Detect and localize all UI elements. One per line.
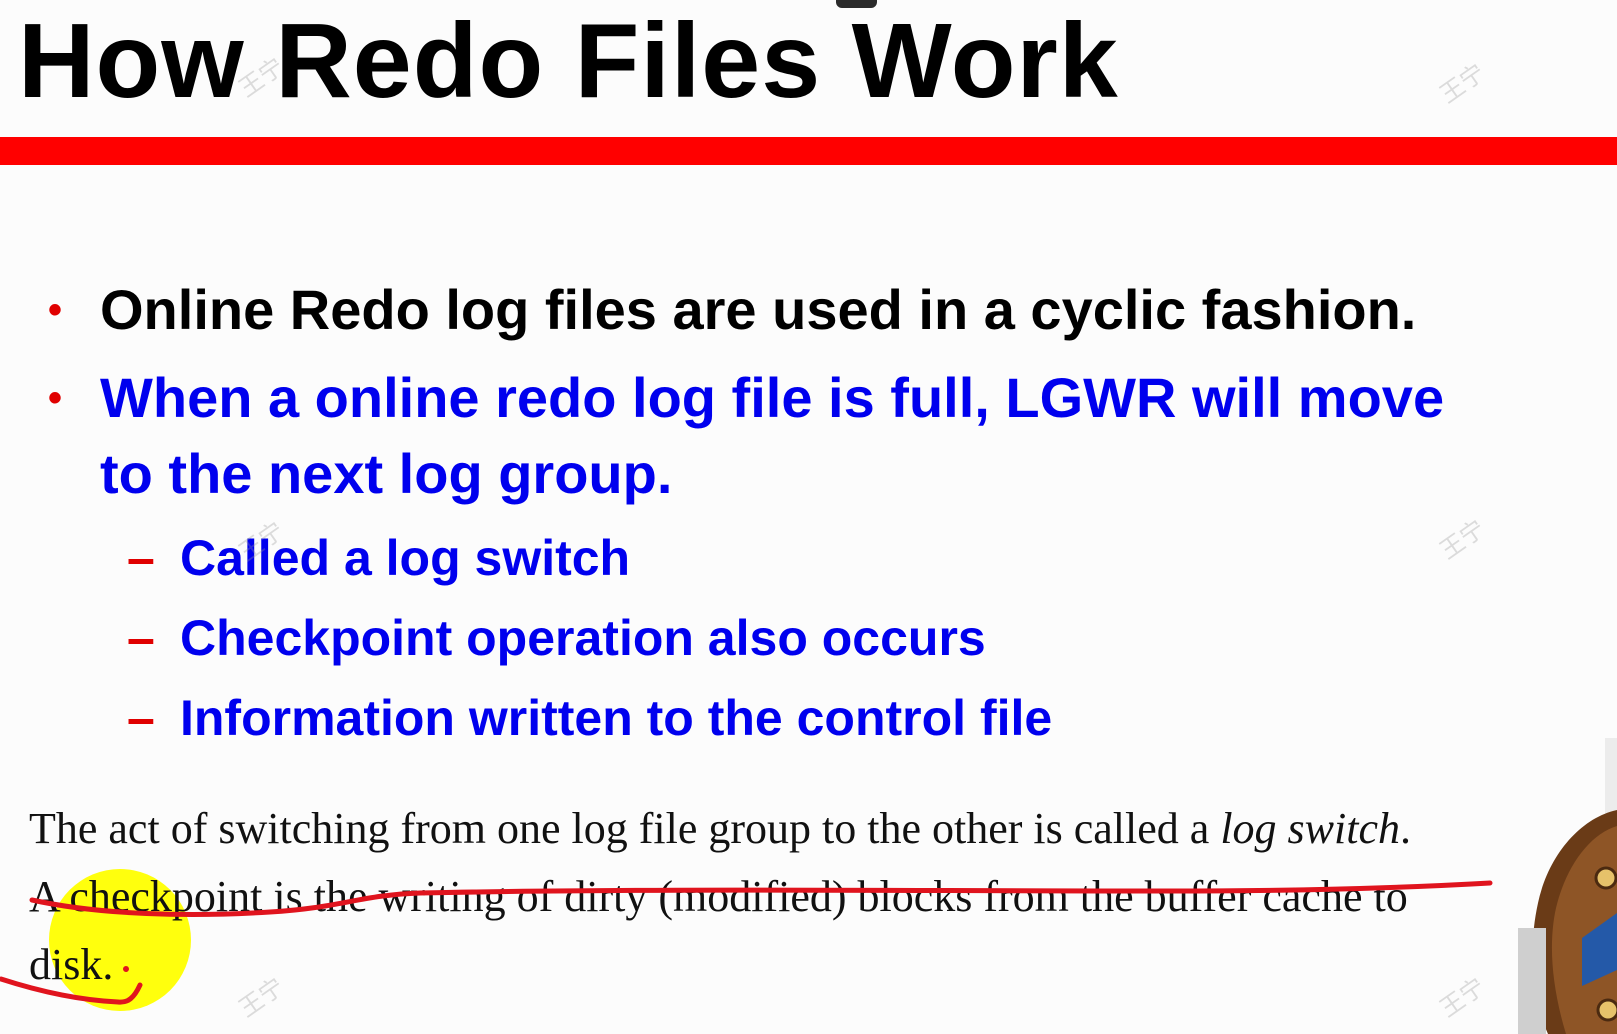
note-line-1-italic: log switch — [1220, 804, 1400, 853]
slide-title: How Redo Files Work — [18, 2, 1119, 120]
bullet-item: • When a online redo log file is full, L… — [48, 360, 1445, 512]
webcam-overlay — [1518, 738, 1617, 1034]
sub-bullet-text: Called a log switch — [180, 530, 631, 586]
note-line-2: A checkpoint is the writing of dirty (mo… — [29, 872, 1408, 921]
bullet-text-line: When a online redo log file is full, LGW… — [100, 366, 1445, 429]
note-line-1-suffix: . — [1400, 804, 1411, 853]
explanation-note: The act of switching from one log file g… — [29, 795, 1519, 999]
note-line-1: The act of switching from one log file g… — [29, 795, 1519, 863]
note-line-1-prefix: The act of switching from one log file g… — [29, 804, 1221, 853]
bullet-dot: • — [48, 288, 63, 332]
sub-bullet-item: – Called a log switch — [127, 528, 631, 588]
webcam-stand — [1518, 928, 1546, 1034]
sub-bullet-dash: – — [127, 530, 155, 586]
sub-bullet-text: Information written to the control file — [180, 690, 1053, 746]
bullet-text: Online Redo log files are used in a cycl… — [100, 278, 1417, 341]
watermark: 王宁 — [1435, 59, 1491, 109]
webcam-knob — [1596, 998, 1617, 1022]
watermark: 王宁 — [1435, 515, 1491, 565]
bullet-dot: • — [48, 376, 63, 420]
sub-bullet-dash: – — [127, 610, 155, 666]
bullet-text-line: to the next log group. — [100, 442, 673, 505]
sub-bullet-item: – Information written to the control fil… — [127, 688, 1053, 748]
sub-bullet-item: – Checkpoint operation also occurs — [127, 608, 986, 668]
sub-bullet-dash: – — [127, 690, 155, 746]
note-line-3: disk. — [29, 940, 114, 989]
webcam-knob — [1594, 866, 1617, 890]
sub-bullet-text: Checkpoint operation also occurs — [180, 610, 986, 666]
bullet-item: • Online Redo log files are used in a cy… — [48, 272, 1417, 348]
title-rule — [0, 137, 1617, 165]
